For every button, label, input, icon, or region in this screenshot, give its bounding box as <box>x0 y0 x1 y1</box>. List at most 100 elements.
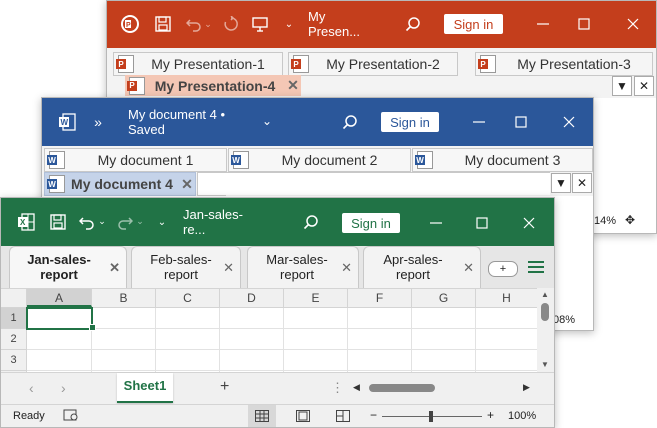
minimize-icon[interactable] <box>426 213 446 233</box>
accessibility-icon[interactable] <box>63 408 79 422</box>
sign-in-button[interactable]: Sign in <box>444 14 503 34</box>
row-header-3[interactable]: 3 <box>1 350 26 371</box>
sheet-tab-sheet1[interactable]: Sheet1 <box>117 373 173 403</box>
scroll-right-icon[interactable]: ▶ <box>523 382 530 393</box>
redo-icon[interactable] <box>221 14 241 34</box>
zoom-slider[interactable] <box>382 411 482 422</box>
tab-apr-sales-report[interactable]: Apr-sales-report ✕ <box>363 246 481 289</box>
word-tab-strip: W My document 1 W My document 2 W My doc… <box>42 146 593 196</box>
minimize-icon[interactable] <box>469 112 489 132</box>
undo-icon[interactable] <box>184 14 204 34</box>
column-header-a[interactable]: A <box>27 289 92 307</box>
close-tab-icon[interactable]: ✕ <box>223 260 234 276</box>
column-header-e[interactable]: E <box>284 289 348 307</box>
redo-dropdown-icon[interactable]: ⌄ <box>135 214 145 228</box>
close-tab-icon[interactable]: ✕ <box>285 77 301 94</box>
tab-my-document-2[interactable]: W My document 2 <box>228 148 411 172</box>
fill-handle[interactable] <box>89 324 96 331</box>
pptx-file-icon: P <box>116 55 134 73</box>
more-commands-icon[interactable]: » <box>90 113 106 131</box>
redo-icon[interactable] <box>115 212 135 232</box>
undo-dropdown-icon[interactable]: ⌄ <box>97 214 107 228</box>
docx-file-icon: W <box>231 151 249 169</box>
close-tab-icon[interactable]: ✕ <box>463 260 474 276</box>
tab-feb-sales-report[interactable]: Feb-sales-report ✕ <box>131 246 241 289</box>
excel-logo-icon: X <box>16 212 36 232</box>
page-layout-view-icon[interactable] <box>296 410 310 422</box>
close-tab-icon[interactable]: ✕ <box>634 76 654 96</box>
zoom-out-icon[interactable]: − <box>370 408 377 422</box>
more-sheets-icon[interactable]: ⋮ <box>331 380 344 396</box>
save-icon[interactable] <box>48 212 68 232</box>
zoom-level[interactable]: 100% <box>508 410 536 422</box>
fit-slide-icon[interactable]: ✥ <box>625 213 635 227</box>
zoom-slider-thumb[interactable] <box>429 411 433 422</box>
new-tab-icon[interactable]: + <box>488 261 518 277</box>
scroll-up-icon[interactable]: ▲ <box>541 290 549 299</box>
tab-my-presentation-3[interactable]: P My Presentation-3 <box>475 52 653 76</box>
save-icon[interactable] <box>153 14 173 34</box>
close-tab-icon[interactable]: ✕ <box>179 176 195 193</box>
column-header-c[interactable]: C <box>156 289 220 307</box>
tab-my-presentation-4[interactable]: P My Presentation-4 ✕ <box>125 75 301 96</box>
title-dropdown-icon[interactable]: ⌄ <box>260 112 274 130</box>
maximize-icon[interactable] <box>511 112 531 132</box>
tab-my-document-4[interactable]: W My document 4 ✕ <box>44 172 196 196</box>
tab-label: My document 4 <box>71 176 173 192</box>
close-tab-icon[interactable]: ✕ <box>341 260 352 276</box>
vertical-scrollbar[interactable]: ▲ ▼ <box>537 288 554 372</box>
column-header-f[interactable]: F <box>348 289 412 307</box>
status-bar: Ready − + 100% <box>1 404 554 427</box>
tab-mar-sales-report[interactable]: Mar-sales-report ✕ <box>247 246 359 289</box>
word-title: My document 4 • Saved <box>128 107 226 137</box>
search-icon[interactable] <box>301 212 321 232</box>
tab-my-presentation-1[interactable]: P My Presentation-1 <box>113 52 283 76</box>
close-icon[interactable] <box>623 14 643 34</box>
scroll-down-icon[interactable]: ▼ <box>541 360 549 369</box>
page-break-view-icon[interactable] <box>336 410 350 422</box>
zoom-in-icon[interactable]: + <box>487 408 494 422</box>
maximize-icon[interactable] <box>574 14 594 34</box>
tab-my-presentation-2[interactable]: P My Presentation-2 <box>288 52 458 76</box>
close-icon[interactable] <box>519 213 539 233</box>
maximize-icon[interactable] <box>472 213 492 233</box>
select-all-corner[interactable] <box>1 289 27 308</box>
undo-dropdown-icon[interactable]: ⌄ <box>203 17 213 31</box>
minimize-icon[interactable] <box>533 14 553 34</box>
horizontal-scroll-thumb[interactable] <box>369 384 435 392</box>
horizontal-scrollbar[interactable]: ◀ ▶ <box>351 380 535 396</box>
tab-list-dropdown-icon[interactable]: ▼ <box>551 173 571 193</box>
close-tab-icon[interactable]: ✕ <box>109 260 120 276</box>
close-icon[interactable] <box>559 112 579 132</box>
customize-toolbar-icon[interactable]: ⌄ <box>154 213 170 231</box>
search-icon[interactable] <box>403 14 423 34</box>
close-tab-icon[interactable]: ✕ <box>572 173 592 193</box>
vertical-scroll-thumb[interactable] <box>541 303 549 321</box>
column-header-d[interactable]: D <box>220 289 284 307</box>
undo-icon[interactable] <box>77 212 97 232</box>
present-icon[interactable] <box>250 14 270 34</box>
new-tab-button[interactable] <box>197 172 226 196</box>
column-header-h[interactable]: H <box>476 289 538 307</box>
add-sheet-icon[interactable]: + <box>220 378 229 396</box>
row-header-1[interactable]: 1 <box>1 308 26 329</box>
tab-jan-sales-report[interactable]: Jan-sales-report ✕ <box>9 246 127 289</box>
column-header-b[interactable]: B <box>92 289 156 307</box>
tab-my-document-1[interactable]: W My document 1 <box>44 148 227 172</box>
menu-icon[interactable] <box>527 260 545 276</box>
selected-cell-a1[interactable] <box>26 307 93 330</box>
customize-toolbar-icon[interactable]: ⌄ <box>281 15 297 33</box>
sheet-tab-label: Sheet1 <box>123 378 167 393</box>
tab-my-document-3[interactable]: W My document 3 <box>412 148 593 172</box>
scroll-left-icon[interactable]: ◀ <box>353 382 360 393</box>
column-headers: A B C D E F G H <box>27 289 538 308</box>
normal-view-icon[interactable] <box>248 405 276 427</box>
next-sheet-icon[interactable]: › <box>61 380 66 396</box>
row-header-2[interactable]: 2 <box>1 329 26 350</box>
sign-in-button[interactable]: Sign in <box>381 112 439 132</box>
column-header-g[interactable]: G <box>412 289 476 307</box>
sign-in-button[interactable]: Sign in <box>342 213 400 233</box>
tab-list-dropdown-icon[interactable]: ▼ <box>612 76 632 96</box>
prev-sheet-icon[interactable]: ‹ <box>29 380 34 396</box>
search-icon[interactable] <box>340 112 360 132</box>
